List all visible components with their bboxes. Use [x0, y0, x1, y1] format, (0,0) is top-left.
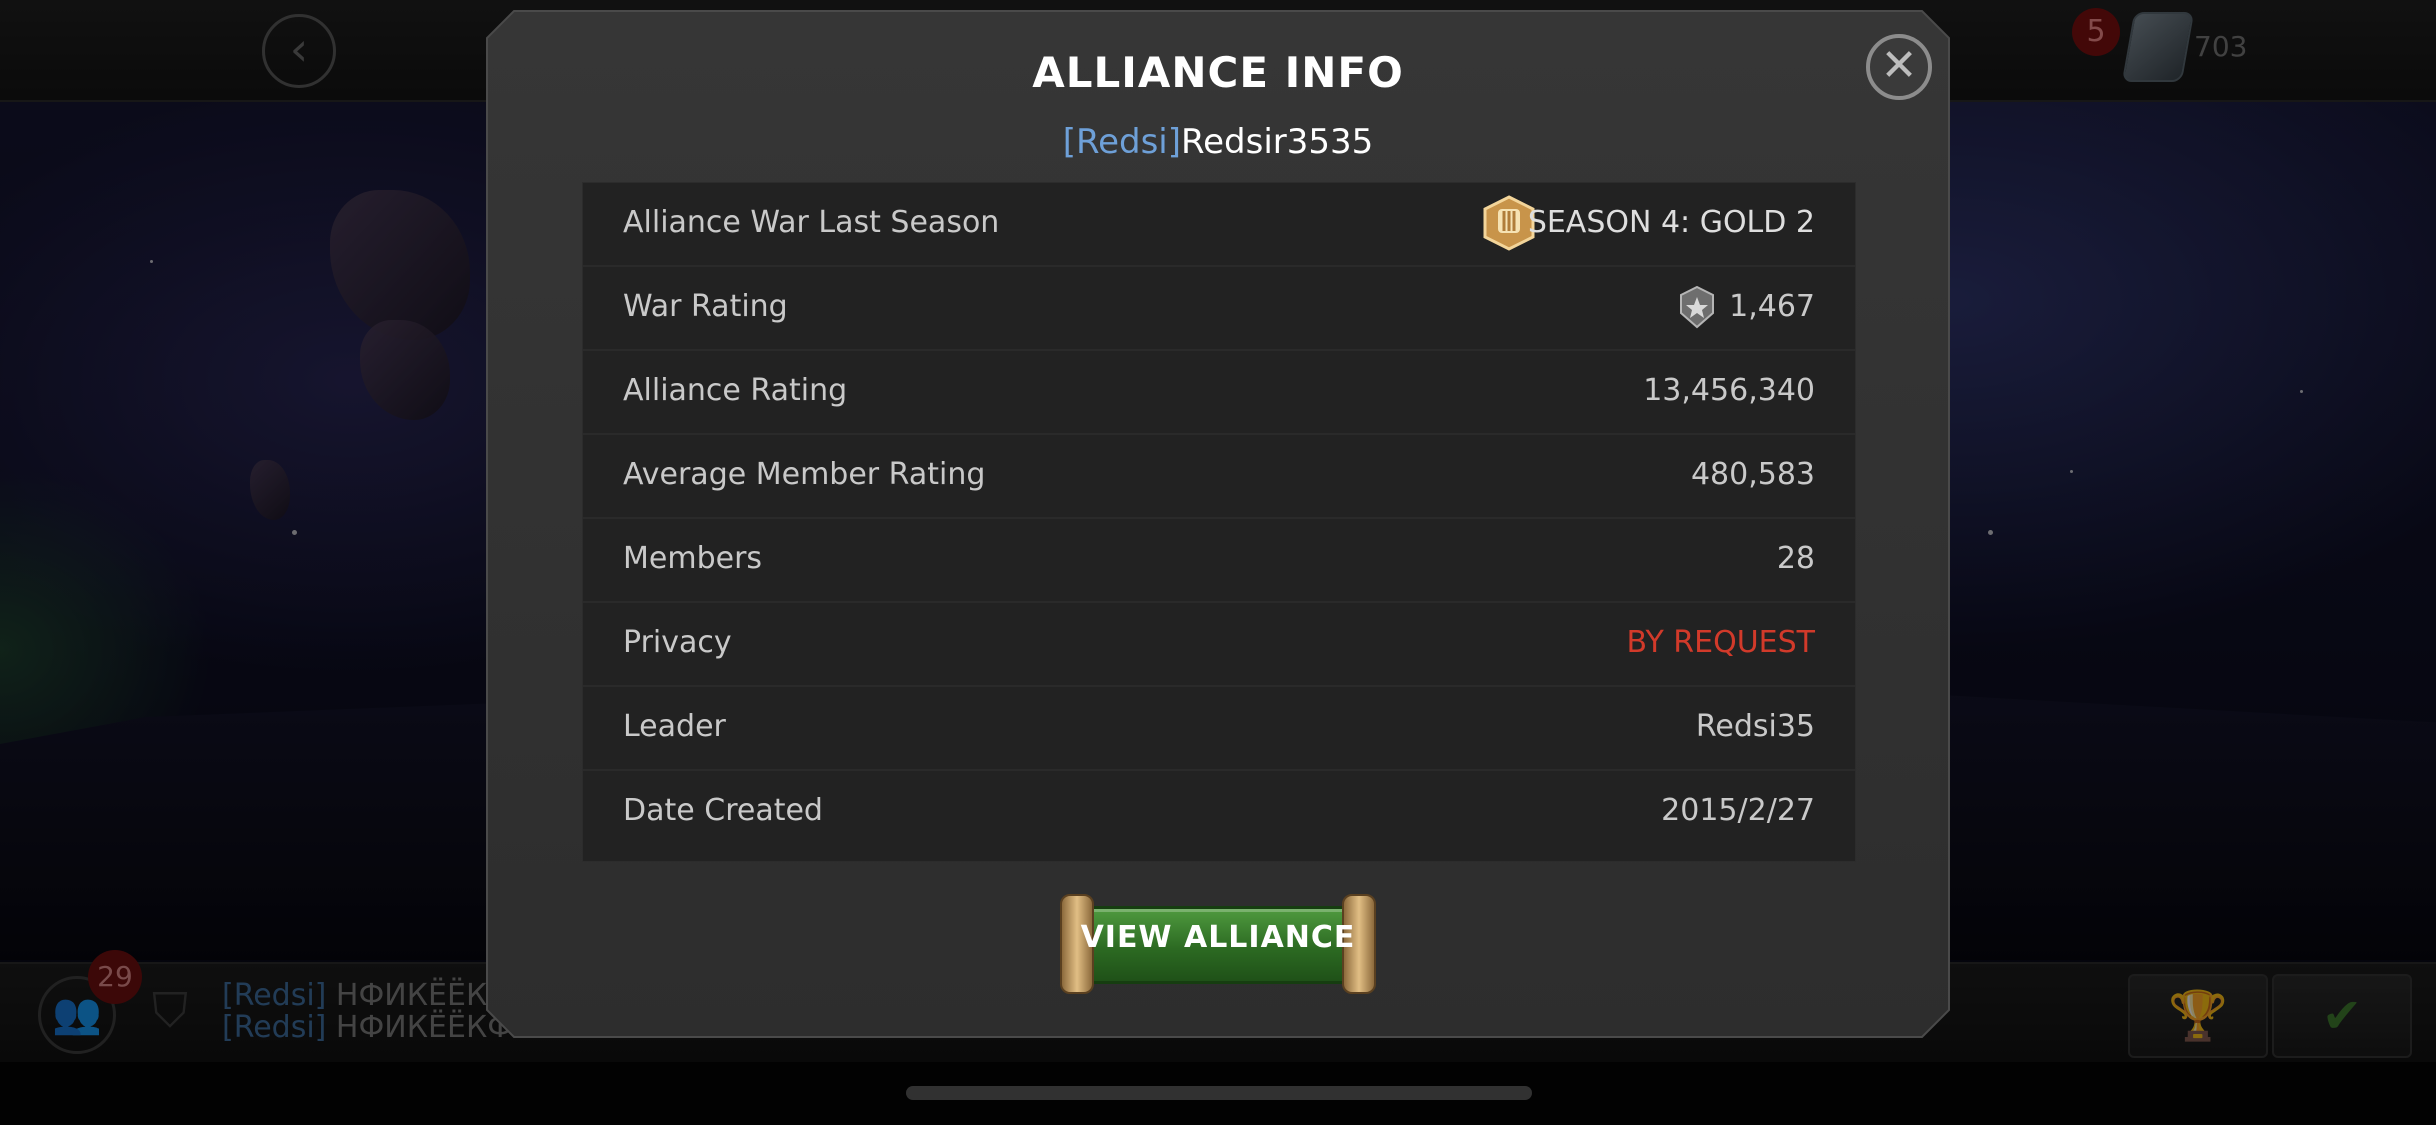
row-privacy: Privacy BY REQUEST: [583, 603, 1855, 687]
row-average-member-rating: Average Member Rating 480,583: [583, 435, 1855, 519]
row-alliance-rating: Alliance Rating 13,456,340: [583, 351, 1855, 435]
alliance-tag: [Redsi]: [1062, 122, 1182, 162]
war-rating-icon: [1673, 283, 1721, 331]
row-label: Privacy: [623, 625, 732, 660]
row-label: Leader: [623, 709, 726, 744]
row-label: Alliance War Last Season: [623, 205, 1000, 240]
row-label: Date Created: [623, 793, 823, 828]
row-war-last-season: Alliance War Last Season SEASON 4: GOLD …: [583, 183, 1855, 267]
row-value: 28: [1776, 541, 1815, 576]
row-label: Members: [623, 541, 763, 576]
alliance-info-modal: ALLIANCE INFO ✕ [Redsi]Redsir3535 Allian…: [486, 10, 1950, 1038]
row-members: Members 28: [583, 519, 1855, 603]
row-value: 1,467: [1729, 289, 1815, 324]
row-leader: Leader Redsi35: [583, 687, 1855, 771]
alliance-name: [Redsi]Redsir3535: [486, 122, 1950, 162]
row-label: Alliance Rating: [623, 373, 848, 408]
row-value: BY REQUEST: [1626, 625, 1815, 660]
row-date-created: Date Created 2015/2/27: [583, 771, 1855, 853]
row-label: War Rating: [623, 289, 788, 324]
row-value: 480,583: [1690, 457, 1815, 492]
view-alliance-label: VIEW ALLIANCE: [1080, 920, 1356, 955]
modal-title: ALLIANCE INFO: [1032, 48, 1404, 97]
row-label: Average Member Rating: [623, 457, 986, 492]
row-value: 13,456,340: [1643, 373, 1815, 408]
row-value: 2015/2/27: [1661, 793, 1815, 828]
alliance-name-text: Redsir3535: [1181, 122, 1374, 162]
info-table: Alliance War Last Season SEASON 4: GOLD …: [582, 182, 1856, 862]
close-button[interactable]: ✕: [1866, 34, 1932, 100]
row-war-rating: War Rating 1,467: [583, 267, 1855, 351]
view-alliance-button[interactable]: VIEW ALLIANCE: [1056, 894, 1380, 990]
row-value: Redsi35: [1695, 709, 1815, 744]
row-value: SEASON 4: GOLD 2: [1527, 205, 1815, 240]
